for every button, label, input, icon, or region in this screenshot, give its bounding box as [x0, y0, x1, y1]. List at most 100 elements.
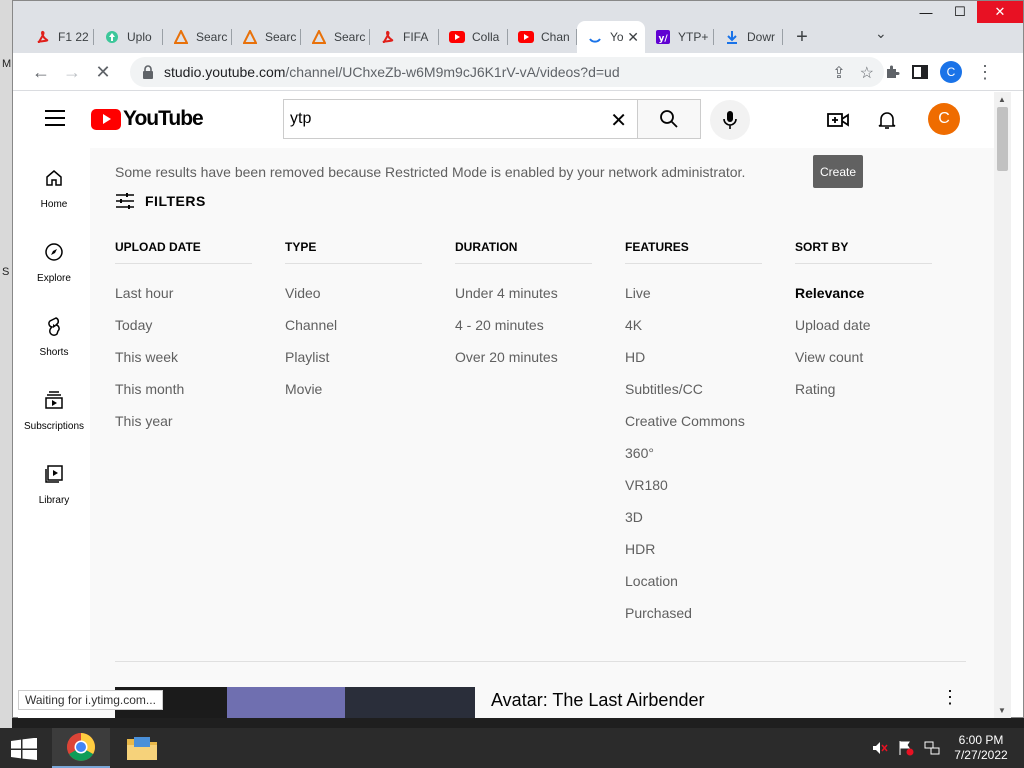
tab-active[interactable]: Yo ✕ — [577, 21, 645, 53]
tab-1[interactable]: F1 22 — [25, 21, 94, 53]
tab-5[interactable]: Searc — [301, 21, 370, 53]
tab-2[interactable]: Uplo — [94, 21, 163, 53]
tab-label: Uplo — [127, 30, 152, 44]
filter-option[interactable]: Playlist — [285, 341, 422, 373]
share-icon[interactable]: ⇪ — [832, 63, 845, 83]
tab-6[interactable]: FIFA — [370, 21, 439, 53]
search-button[interactable] — [638, 99, 701, 139]
guide-item-shorts[interactable]: Shorts — [18, 316, 90, 360]
menu-icon[interactable] — [45, 110, 65, 126]
video-result[interactable]: Avatar: The Last Airbender ⋮ — [115, 687, 965, 718]
close-tab-icon[interactable]: ✕ — [627, 29, 639, 46]
svg-text:y/: y/ — [659, 34, 669, 44]
filter-option[interactable]: 3D — [625, 501, 762, 533]
bookmark-star-icon[interactable]: ☆ — [860, 63, 874, 83]
youtube-logo[interactable]: YouTube — [91, 107, 204, 131]
filter-option[interactable]: VR180 — [625, 469, 762, 501]
filter-option[interactable]: Today — [115, 309, 252, 341]
page-scrollbar[interactable]: ▲ ▼ — [994, 92, 1011, 718]
sort-option[interactable]: Rating — [795, 373, 932, 405]
voice-search-button[interactable] — [710, 100, 750, 140]
search-input[interactable]: ytp ✕ — [283, 99, 638, 139]
extensions-icon[interactable] — [880, 60, 904, 84]
sort-option[interactable]: View count — [795, 341, 932, 373]
tab-10[interactable]: y/ YTP+ — [645, 21, 714, 53]
clear-search-icon[interactable]: ✕ — [610, 108, 627, 133]
filter-option[interactable]: Subtitles/CC — [625, 373, 762, 405]
filter-option[interactable]: 360° — [625, 437, 762, 469]
folder-icon — [127, 737, 157, 760]
filter-option[interactable]: 4 - 20 minutes — [455, 309, 592, 341]
create-video-icon[interactable] — [826, 108, 850, 132]
more-menu-icon[interactable]: ⋮ — [973, 60, 997, 84]
youtube-icon — [518, 29, 534, 45]
sort-option[interactable]: Upload date — [795, 309, 932, 341]
filter-option[interactable]: This year — [115, 405, 252, 437]
maximize-icon[interactable]: ☐ — [943, 1, 977, 23]
tab-11[interactable]: Dowr — [714, 21, 783, 53]
filter-option[interactable]: 4K — [625, 309, 762, 341]
side-panel-icon[interactable] — [908, 60, 932, 84]
address-bar[interactable]: studio.youtube.com/channel/UChxeZb-w6M9m… — [130, 57, 884, 87]
chrome-icon — [67, 733, 95, 761]
taskbar-clock[interactable]: 6:00 PM 7/27/2022 — [948, 733, 1014, 763]
filter-option[interactable]: This week — [115, 341, 252, 373]
filter-column-features: FEATURES Live 4K HD Subtitles/CC Creativ… — [625, 240, 762, 629]
scrollbar-thumb[interactable] — [997, 107, 1008, 171]
video-thumbnail[interactable] — [115, 687, 475, 718]
search-site-icon — [242, 29, 258, 45]
filter-option[interactable]: Purchased — [625, 597, 762, 629]
filter-option[interactable]: This month — [115, 373, 252, 405]
filter-option[interactable]: Live — [625, 277, 762, 309]
guide-item-explore[interactable]: Explore — [18, 242, 90, 286]
filter-option[interactable]: Last hour — [115, 277, 252, 309]
filter-option[interactable]: Under 4 minutes — [455, 277, 592, 309]
network-icon[interactable] — [924, 740, 940, 761]
minimize-icon[interactable]: — — [909, 1, 943, 23]
tab-8[interactable]: Chan — [508, 21, 577, 53]
filter-option[interactable]: HD — [625, 341, 762, 373]
back-arrow-icon[interactable]: ← — [29, 60, 53, 84]
tab-search-icon[interactable]: ⌄ — [875, 25, 887, 42]
forward-arrow-icon[interactable]: → — [60, 60, 84, 84]
filter-option[interactable]: Video — [285, 277, 422, 309]
volume-muted-icon[interactable] — [872, 740, 888, 761]
sort-option-selected[interactable]: Relevance — [795, 277, 932, 309]
filter-option[interactable]: Channel — [285, 309, 422, 341]
filter-option[interactable]: Movie — [285, 373, 422, 405]
library-icon — [45, 465, 63, 483]
flag-alert-icon[interactable] — [898, 740, 914, 761]
guide-item-home[interactable]: Home — [18, 168, 90, 212]
guide-item-library[interactable]: Library — [18, 464, 90, 508]
stop-loading-icon[interactable]: ✕ — [91, 60, 115, 84]
scroll-up-icon[interactable]: ▲ — [998, 95, 1006, 104]
tab-3[interactable]: Searc — [163, 21, 232, 53]
window-controls: — ☐ ✕ — [909, 1, 1023, 23]
scroll-down-icon[interactable]: ▼ — [998, 706, 1006, 715]
new-tab-button[interactable]: + — [783, 21, 821, 53]
notifications-bell-icon[interactable] — [875, 108, 899, 132]
guide-item-subscriptions[interactable]: Subscriptions — [18, 390, 90, 434]
filter-option[interactable]: Creative Commons — [625, 405, 762, 437]
url-path: /channel/UChxeZb-w6M9m9cJ6K1rV-vA/videos… — [285, 64, 620, 80]
filter-option[interactable]: Over 20 minutes — [455, 341, 592, 373]
filter-option[interactable]: Location — [625, 565, 762, 597]
filters-button[interactable]: FILTERS — [115, 192, 206, 210]
filter-option[interactable]: HDR — [625, 533, 762, 565]
profile-avatar[interactable]: C — [940, 61, 962, 83]
taskbar-chrome[interactable] — [52, 728, 110, 768]
clock-date: 7/27/2022 — [954, 748, 1008, 762]
system-tray — [872, 740, 940, 761]
windows-start-icon[interactable] — [10, 737, 38, 765]
browser-window: F1 22 Uplo Searc Searc Searc FIFA Colla … — [12, 0, 1024, 718]
tab-7[interactable]: Colla — [439, 21, 508, 53]
account-avatar[interactable]: C — [928, 103, 960, 135]
more-actions-icon[interactable]: ⋮ — [941, 687, 959, 708]
taskbar-file-explorer[interactable] — [113, 728, 171, 768]
tab-4[interactable]: Searc — [232, 21, 301, 53]
video-title[interactable]: Avatar: The Last Airbender — [491, 690, 704, 711]
lock-icon — [143, 65, 153, 79]
guide-label: Subscriptions — [23, 421, 85, 432]
search-value: ytp — [290, 110, 312, 127]
close-window-icon[interactable]: ✕ — [977, 1, 1023, 23]
